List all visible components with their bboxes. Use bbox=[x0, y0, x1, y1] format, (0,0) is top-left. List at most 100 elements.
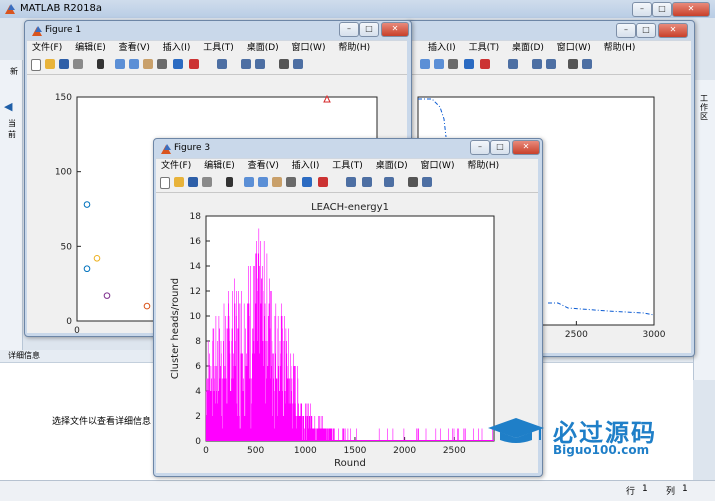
link-icon[interactable] bbox=[346, 177, 356, 187]
zoom-out-icon[interactable] bbox=[258, 177, 268, 187]
workspace-label[interactable]: 工作区 bbox=[700, 94, 710, 121]
fig3-menu-desktop[interactable]: 桌面(D) bbox=[376, 159, 408, 173]
main-close-button[interactable]: ✕ bbox=[672, 2, 710, 17]
fig3-menu-file[interactable]: 文件(F) bbox=[161, 159, 191, 173]
fig3-xtick-label: 0 bbox=[203, 446, 209, 456]
hide-tools-icon[interactable] bbox=[279, 59, 289, 69]
insert-colorbar-icon[interactable] bbox=[362, 177, 372, 187]
brush-icon[interactable] bbox=[318, 177, 328, 187]
fig2-menu-desktop[interactable]: 桌面(D) bbox=[512, 41, 544, 55]
toolstrip-label-fragment: 新 bbox=[10, 67, 18, 76]
zoom-in-icon[interactable] bbox=[420, 59, 430, 69]
fig3-maximize-button[interactable]: □ bbox=[490, 140, 510, 155]
fig1-minimize-button[interactable]: – bbox=[339, 22, 359, 37]
fig3-logo-icon bbox=[160, 143, 172, 154]
main-minimize-button[interactable]: – bbox=[632, 2, 652, 17]
rotate-icon[interactable] bbox=[157, 59, 167, 69]
link-icon[interactable] bbox=[508, 59, 518, 69]
fig1-menu-edit[interactable]: 编辑(E) bbox=[75, 41, 106, 55]
fig1-menu-tools[interactable]: 工具(T) bbox=[203, 41, 234, 55]
rotate-icon[interactable] bbox=[448, 59, 458, 69]
fig2-minimize-button[interactable]: – bbox=[616, 23, 636, 38]
pan-icon[interactable] bbox=[143, 59, 153, 69]
fig2-menu-help[interactable]: 帮助(H) bbox=[604, 41, 636, 55]
figure-3-window[interactable]: Figure 3 – □ ✕ 文件(F) 编辑(E) 查看(V) 插入(I) 工… bbox=[153, 138, 543, 477]
fig2-toolbar bbox=[408, 56, 691, 75]
link-icon[interactable] bbox=[217, 59, 227, 69]
zoom-out-icon[interactable] bbox=[434, 59, 444, 69]
fig3-menu-help[interactable]: 帮助(H) bbox=[467, 159, 499, 173]
fig2-xtick-label: 2500 bbox=[565, 330, 588, 340]
fig2-close-button[interactable]: ✕ bbox=[658, 23, 688, 38]
dock-icon[interactable] bbox=[582, 59, 592, 69]
new-figure-icon[interactable] bbox=[160, 177, 170, 189]
fig2-maximize-button[interactable]: □ bbox=[636, 23, 656, 38]
brush-icon[interactable] bbox=[480, 59, 490, 69]
workspace-panel: 工作区 bbox=[693, 80, 715, 380]
fig3-ytick-label: 10 bbox=[190, 312, 202, 322]
hide-tools-icon[interactable] bbox=[408, 177, 418, 187]
dock-icon[interactable] bbox=[422, 177, 432, 187]
pan-icon[interactable] bbox=[272, 177, 282, 187]
fig3-ytick-label: 18 bbox=[190, 212, 202, 222]
legend-icon[interactable] bbox=[384, 177, 394, 187]
fig3-close-button[interactable]: ✕ bbox=[512, 140, 540, 155]
datacursor-icon[interactable] bbox=[464, 59, 474, 69]
back-arrow-icon[interactable]: ◀ bbox=[4, 100, 12, 113]
datacursor-icon[interactable] bbox=[173, 59, 183, 69]
legend-icon[interactable] bbox=[255, 59, 265, 69]
hide-tools-icon[interactable] bbox=[568, 59, 578, 69]
dock-icon[interactable] bbox=[293, 59, 303, 69]
current-folder-panel: 新 ◀ 当前 bbox=[0, 60, 23, 360]
fig2-menubar: 插入(I) 工具(T) 桌面(D) 窗口(W) 帮助(H) bbox=[408, 40, 691, 56]
fig1-logo-icon bbox=[31, 25, 43, 36]
zoom-in-icon[interactable] bbox=[244, 177, 254, 187]
edit-plot-icon[interactable] bbox=[97, 59, 104, 69]
fig1-maximize-button[interactable]: □ bbox=[359, 22, 379, 37]
brush-icon[interactable] bbox=[189, 59, 199, 69]
fig3-minimize-button[interactable]: – bbox=[470, 140, 490, 155]
colorbar-icon[interactable] bbox=[532, 59, 542, 69]
fig3-xtick-label: 1500 bbox=[344, 446, 367, 456]
fig3-canvas: LEACH-energy1 Round Cluster heads/round 0 2 4… bbox=[156, 193, 538, 473]
fig1-menu-help[interactable]: 帮助(H) bbox=[338, 41, 370, 55]
fig2-menu-window[interactable]: 窗口(W) bbox=[557, 41, 591, 55]
new-figure-icon[interactable] bbox=[31, 59, 41, 71]
save-icon[interactable] bbox=[188, 177, 198, 187]
fig2-xtick-label: 3000 bbox=[643, 330, 666, 340]
fig3-menu-insert[interactable]: 插入(I) bbox=[292, 159, 320, 173]
zoom-out-icon[interactable] bbox=[129, 59, 139, 69]
legend-icon[interactable] bbox=[546, 59, 556, 69]
open-file-icon[interactable] bbox=[174, 177, 184, 187]
fig3-xtick-label: 2000 bbox=[393, 446, 416, 456]
main-title-bar: MATLAB R2018a – □ ✕ bbox=[0, 0, 715, 19]
main-maximize-button[interactable]: □ bbox=[652, 2, 672, 17]
fig1-menu-desktop[interactable]: 桌面(D) bbox=[247, 41, 279, 55]
rotate-icon[interactable] bbox=[286, 177, 296, 187]
fig1-menu-window[interactable]: 窗口(W) bbox=[292, 41, 326, 55]
watermark-url: Biguo100.com bbox=[553, 443, 650, 457]
save-icon[interactable] bbox=[59, 59, 69, 69]
open-file-icon[interactable] bbox=[45, 59, 55, 69]
fig3-menu-window[interactable]: 窗口(W) bbox=[421, 159, 455, 173]
fig1-menu-file[interactable]: 文件(F) bbox=[32, 41, 62, 55]
fig1-toolbar bbox=[27, 56, 407, 75]
datacursor-icon[interactable] bbox=[302, 177, 312, 187]
fig1-ytick-label: 0 bbox=[66, 317, 72, 327]
fig2-menu-insert[interactable]: 插入(I) bbox=[428, 41, 456, 55]
fig3-menu-view[interactable]: 查看(V) bbox=[248, 159, 279, 173]
zoom-in-icon[interactable] bbox=[115, 59, 125, 69]
edit-plot-icon[interactable] bbox=[226, 177, 233, 187]
fig3-toolbar bbox=[156, 174, 538, 193]
colorbar-icon[interactable] bbox=[241, 59, 251, 69]
fig1-close-button[interactable]: ✕ bbox=[381, 22, 409, 37]
fig1-menu-insert[interactable]: 插入(I) bbox=[163, 41, 191, 55]
fig3-menu-tools[interactable]: 工具(T) bbox=[332, 159, 363, 173]
current-folder-label: 当前 bbox=[8, 119, 16, 139]
print-icon[interactable] bbox=[202, 177, 212, 187]
print-icon[interactable] bbox=[73, 59, 83, 69]
fig1-menu-view[interactable]: 查看(V) bbox=[119, 41, 150, 55]
fig3-ytick-label: 6 bbox=[195, 362, 201, 372]
fig2-menu-tools[interactable]: 工具(T) bbox=[469, 41, 500, 55]
fig3-menu-edit[interactable]: 编辑(E) bbox=[204, 159, 235, 173]
